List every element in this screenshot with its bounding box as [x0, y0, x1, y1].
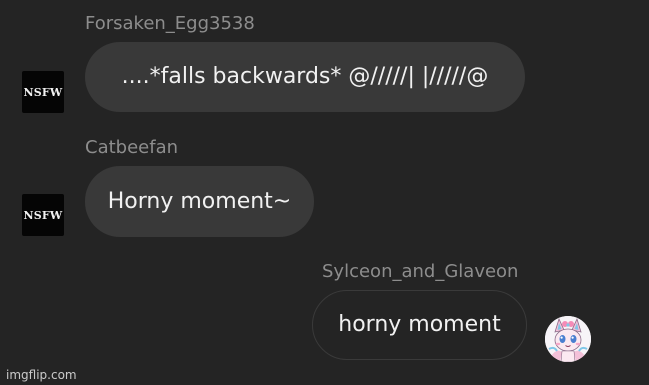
avatar-label: NSFW — [23, 85, 63, 99]
message-text: horny moment — [338, 312, 501, 337]
imgflip-watermark: imgflip.com — [6, 368, 77, 382]
username-label[interactable]: Sylceon_and_Glaveon — [322, 261, 518, 283]
nsfw-avatar-icon[interactable]: NSFW — [22, 194, 64, 236]
nsfw-avatar-icon[interactable]: NSFW — [22, 71, 64, 113]
message-bubble[interactable]: ....*falls backwards* @/////| |/////@ — [85, 42, 525, 112]
message-text: ....*falls backwards* @/////| |/////@ — [121, 64, 489, 89]
message-bubble[interactable]: horny moment — [312, 290, 527, 360]
sylveon-avatar-icon[interactable] — [545, 316, 591, 362]
message-bubble[interactable]: Horny moment~ — [85, 166, 314, 237]
sylveon-avatar-art — [545, 316, 591, 362]
message-text: Horny moment~ — [107, 188, 292, 214]
username-label[interactable]: Forsaken_Egg3538 — [85, 13, 255, 35]
avatar-label: NSFW — [23, 208, 63, 222]
username-label[interactable]: Catbeefan — [85, 137, 178, 159]
